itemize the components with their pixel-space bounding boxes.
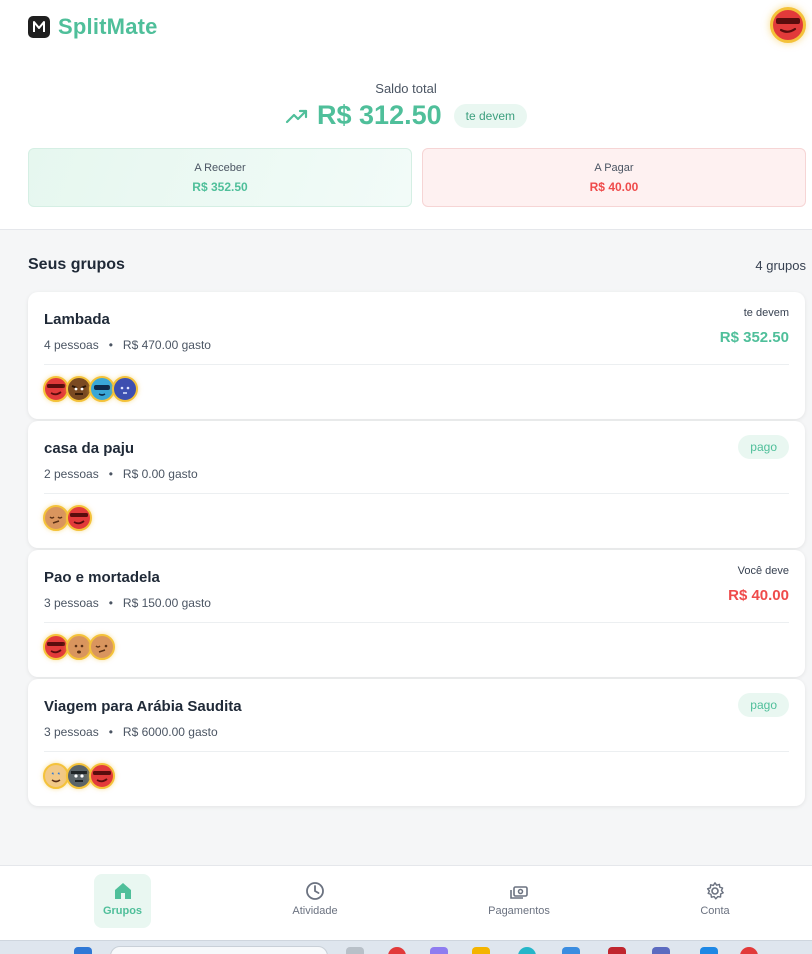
taskbar-app-icon[interactable] (700, 947, 718, 954)
meta-separator: • (108, 467, 113, 481)
app-name: SplitMate (58, 14, 158, 39)
trending-up-icon (285, 109, 308, 123)
member-avatar (89, 763, 115, 789)
group-spent: R$ 0.00 gasto (122, 467, 198, 481)
group-members (43, 634, 115, 660)
taskbar-app-icon[interactable] (608, 947, 626, 954)
group-members (43, 763, 115, 789)
groups-count: 4 grupos (755, 258, 806, 273)
group-paid-badge: pago (738, 435, 789, 459)
brand[interactable]: SplitMate (28, 14, 158, 40)
pay-value: R$ 40.00 (589, 180, 639, 194)
divider (44, 751, 789, 752)
group-spent: R$ 6000.00 gasto (122, 725, 218, 739)
nav-label: Grupos (102, 905, 143, 917)
nav-activity[interactable]: Atividade (265, 874, 365, 928)
taskbar-search[interactable] (110, 946, 328, 954)
group-card[interactable]: Lambada 4 pessoas • R$ 470.00 gasto te d… (28, 292, 805, 419)
receive-label: A Receber (194, 162, 246, 174)
group-people-count: 2 pessoas (44, 467, 99, 481)
taskbar-app-icon[interactable] (740, 947, 758, 954)
payments-icon (510, 886, 528, 899)
group-people-count: 3 pessoas (44, 596, 99, 610)
group-meta: 3 pessoas • R$ 6000.00 gasto (44, 725, 218, 739)
balance-label: Saldo total (375, 81, 437, 96)
pay-label: A Pagar (594, 162, 634, 174)
receive-value: R$ 352.50 (192, 180, 248, 194)
group-card[interactable]: casa da paju 2 pessoas • R$ 0.00 gasto p… (28, 421, 805, 548)
group-status: Você deve (737, 565, 789, 577)
receive-summary-card: A Receber R$ 352.50 (28, 148, 412, 207)
taskbar-app-icon[interactable] (562, 947, 580, 954)
divider (44, 493, 789, 494)
nav-payments[interactable]: Pagamentos (469, 874, 569, 928)
os-taskbar (0, 940, 812, 954)
start-icon[interactable] (74, 947, 92, 954)
group-card[interactable]: Viagem para Arábia Saudita 3 pessoas • R… (28, 679, 805, 806)
group-spent: R$ 150.00 gasto (122, 596, 211, 610)
group-members (43, 376, 138, 402)
gear-icon (706, 882, 724, 900)
taskbar-app-icon[interactable] (430, 947, 448, 954)
taskbar-app-icon[interactable] (652, 947, 670, 954)
group-name: Pao e mortadela (44, 569, 160, 586)
member-avatar (89, 634, 115, 660)
taskbar-app-icon[interactable] (346, 947, 364, 954)
pay-summary-card: A Pagar R$ 40.00 (422, 148, 806, 207)
meta-separator: • (108, 338, 113, 352)
group-name: Viagem para Arábia Saudita (44, 698, 242, 715)
taskbar-app-icon[interactable] (472, 947, 490, 954)
meta-separator: • (108, 725, 113, 739)
groups-section-title: Seus grupos (28, 256, 125, 273)
nav-label: Atividade (292, 905, 338, 917)
group-paid-badge: pago (738, 693, 789, 717)
group-people-count: 4 pessoas (44, 338, 99, 352)
divider (44, 364, 789, 365)
balance-row: R$ 312.50 te devem (0, 100, 812, 131)
group-spent: R$ 470.00 gasto (122, 338, 211, 352)
group-members (43, 505, 92, 531)
header: SplitMate Saldo total R$ 312.50 te devem… (0, 0, 812, 230)
group-name: casa da paju (44, 440, 135, 457)
taskbar-app-icon[interactable] (518, 947, 536, 954)
group-people-count: 3 pessoas (44, 725, 99, 739)
nav-label: Conta (700, 905, 730, 917)
divider (44, 622, 789, 623)
clock-icon (306, 882, 324, 900)
meta-separator: • (108, 596, 113, 610)
nav-account[interactable]: Conta (665, 874, 765, 928)
balance-status-badge: te devem (453, 103, 527, 128)
home-icon (114, 883, 131, 899)
nav-groups[interactable]: Grupos (94, 874, 151, 928)
member-avatar (112, 376, 138, 402)
user-avatar[interactable] (770, 7, 806, 43)
app-logo-icon (28, 16, 50, 38)
group-meta: 2 pessoas • R$ 0.00 gasto (44, 467, 198, 481)
group-status: te devem (743, 307, 789, 319)
group-card[interactable]: Pao e mortadela 3 pessoas • R$ 150.00 ga… (28, 550, 805, 677)
group-amount: R$ 40.00 (728, 587, 789, 604)
group-meta: 3 pessoas • R$ 150.00 gasto (44, 596, 211, 610)
group-amount: R$ 352.50 (719, 329, 789, 346)
group-name: Lambada (44, 311, 110, 328)
total-balance-amount: R$ 312.50 (317, 100, 442, 130)
taskbar-app-icon[interactable] (388, 947, 406, 954)
group-meta: 4 pessoas • R$ 470.00 gasto (44, 338, 211, 352)
bottom-nav: Grupos Atividade Pagamentos Conta (0, 865, 812, 940)
member-avatar (66, 505, 92, 531)
nav-label: Pagamentos (488, 905, 550, 917)
